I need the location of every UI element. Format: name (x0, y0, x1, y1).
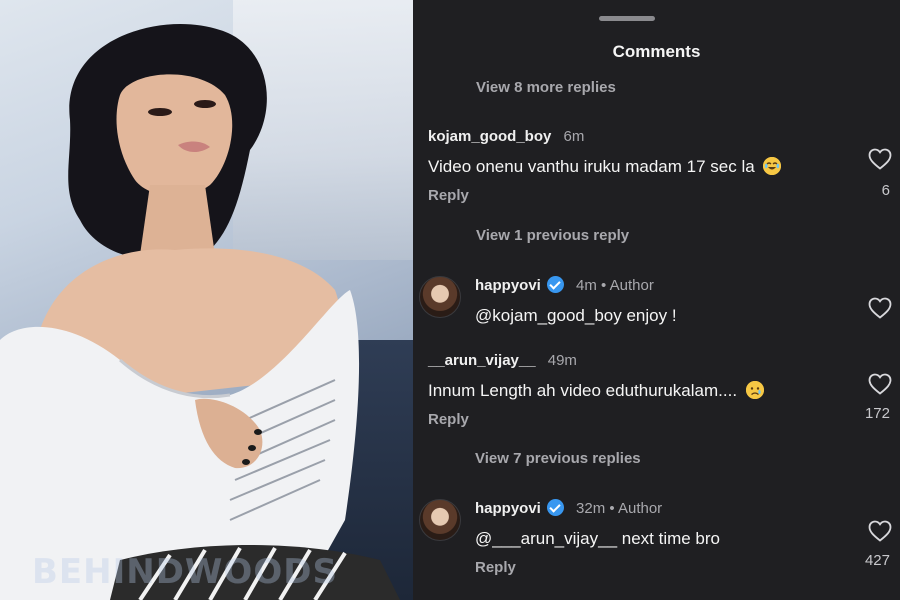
like-count: 6 (881, 182, 890, 199)
reply-username[interactable]: happyovi (475, 500, 541, 517)
reply-meta: happyovi 4m • Author (475, 276, 900, 294)
comment-text: Innum Length ah video eduthurukalam.... (428, 381, 900, 401)
view-previous-replies-link[interactable]: View 1 previous reply (476, 227, 629, 244)
like-heart-icon[interactable] (868, 520, 892, 544)
comment-username[interactable]: __arun_vijay__ (428, 352, 536, 369)
reply-text: @kojam_good_boy enjoy ! (475, 306, 677, 325)
like-count: 427 (864, 552, 890, 569)
comment-text-content: Video onenu vanthu iruku madam 17 sec la (428, 157, 755, 176)
comment-timestamp: 6m (563, 128, 585, 145)
drag-handle[interactable] (599, 16, 655, 21)
view-more-replies-link[interactable]: View 8 more replies (476, 79, 616, 96)
photo-panel: BEHINDWOODS (0, 0, 413, 600)
avatar[interactable] (419, 276, 461, 318)
reply-meta: happyovi 32m • Author (475, 499, 900, 517)
comment-meta: __arun_vijay__ 49m (428, 352, 900, 369)
laughing-crying-emoji-icon (763, 157, 782, 175)
reply-username[interactable]: happyovi (475, 277, 541, 294)
sad-face-emoji-icon (745, 381, 764, 399)
comments-sheet: Comments View 8 more replies kojam_good_… (413, 0, 900, 600)
reply-button[interactable]: Reply (428, 187, 900, 204)
reply-timestamp: 4m (576, 277, 597, 294)
watermark-logo: BEHINDWOODS (32, 552, 338, 592)
portrait-illustration (0, 24, 400, 600)
like-heart-icon[interactable] (868, 373, 892, 397)
author-label: • Author (601, 277, 654, 294)
avatar[interactable] (419, 499, 461, 541)
like-count: 172 (864, 405, 890, 422)
like-heart-icon[interactable] (868, 297, 892, 321)
panel-title: Comments (612, 42, 701, 61)
reply-button[interactable]: Reply (428, 411, 900, 428)
comment-item: kojam_good_boy 6m Video onenu vanthu iru… (428, 128, 900, 204)
comment-timestamp: 49m (547, 352, 577, 369)
like-heart-icon[interactable] (868, 148, 892, 172)
reply-text: @___arun_vijay__ next time bro (475, 529, 721, 548)
comment-username[interactable]: kojam_good_boy (428, 128, 551, 145)
comment-meta: kojam_good_boy 6m (428, 128, 900, 145)
comment-text: Video onenu vanthu iruku madam 17 sec la (428, 157, 900, 177)
author-label: • Author (609, 500, 663, 517)
comment-item: __arun_vijay__ 49m Innum Length ah video… (428, 352, 900, 428)
view-previous-replies-link[interactable]: View 7 previous replies (475, 450, 641, 467)
comment-text-content: Innum Length ah video eduthurukalam.... (428, 381, 738, 400)
reply-button[interactable]: Reply (475, 559, 900, 576)
reply-timestamp: 32m (576, 500, 606, 517)
verified-badge-icon (546, 499, 564, 516)
verified-badge-icon (546, 276, 564, 293)
